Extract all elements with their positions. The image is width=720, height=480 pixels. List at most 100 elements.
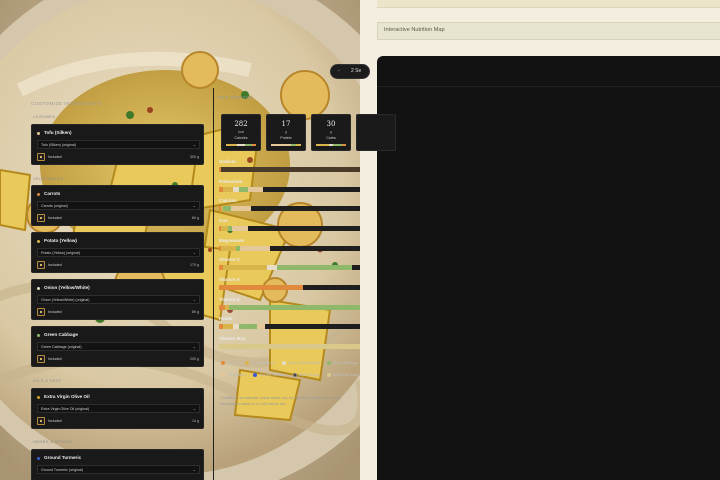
stat-unit: g <box>330 130 332 134</box>
ingredient-amount: 200 g <box>190 357 199 361</box>
ingredient-select[interactable]: Onion (Yellow/White) (original) ⌄ <box>37 295 200 304</box>
ingredient-select-value: Carrots (original) <box>41 204 68 208</box>
included-label: Included <box>48 310 62 314</box>
included-label: Included <box>48 357 62 361</box>
ingredient-amount: 300 g <box>190 155 199 159</box>
stat-card: 17 g Protein <box>266 114 306 151</box>
stat-value: 30 <box>326 120 336 128</box>
ingredient-select[interactable]: Carrots (original) ⌄ <box>37 201 200 210</box>
nutrient-bar <box>219 206 360 211</box>
nutrient-label: Vitamin A <box>219 277 240 282</box>
ingredient-name: Onion (Yellow/White) <box>44 285 90 290</box>
nutrient-label: Iron <box>219 218 228 223</box>
stat-label: Protein <box>280 136 292 140</box>
legend-label: Potato (Yellow) <box>251 361 275 365</box>
nutrient-bar <box>219 167 360 172</box>
ingredient-select[interactable]: Ground Turmeric (original) ⌄ <box>37 465 200 474</box>
stat-unit: g <box>285 130 287 134</box>
included-checkbox[interactable] <box>37 308 45 316</box>
stat-card: 282 kcal Calories <box>221 114 261 151</box>
included-checkbox[interactable] <box>37 355 45 363</box>
nutrient-label: Vitamin K <box>219 297 241 302</box>
ingredient-card: Onion (Yellow/White) Onion (Yellow/White… <box>31 279 204 320</box>
ingredient-color-dot <box>37 396 40 399</box>
legend-row: Tofu (Silken) Ground Turmeric Black Pepp… <box>221 373 364 378</box>
ingredient-select[interactable]: Tofu (Silken) (original) ⌄ <box>37 140 200 149</box>
ingredient-name: Tofu (Silken) <box>44 130 72 135</box>
decrease-servings-button[interactable]: - <box>338 68 340 74</box>
ingredient-name: Potato (Yellow) <box>44 238 77 243</box>
chevron-down-icon: ⌄ <box>192 203 196 208</box>
ingredient-name: Green Cabbage <box>44 332 78 337</box>
column-divider <box>213 88 214 480</box>
stat-value: 282 <box>234 120 248 128</box>
ingredient-name: Carrots <box>44 191 61 196</box>
ingredient-card: Ground Turmeric Ground Turmeric (origina… <box>31 449 204 480</box>
category-legumes: LEGUMES <box>33 114 56 119</box>
panel-divider <box>377 86 720 87</box>
category-herbs: HERBS & SPICES <box>33 439 72 444</box>
nutrient-label: Folate <box>219 316 233 321</box>
nutrient-bar <box>219 226 360 231</box>
ingredient-card: Tofu (Silken) Tofu (Silken) (original) ⌄ … <box>31 124 204 165</box>
ingredient-name: Extra Virgin Olive Oil <box>44 394 90 399</box>
legend-item: Green Cabbage <box>327 361 358 366</box>
legend-swatch <box>281 361 286 366</box>
legend-item: Ground Turmeric <box>253 373 286 378</box>
stat-unit: kcal <box>237 130 245 134</box>
ingredient-color-dot <box>37 457 40 460</box>
nutrient-label: Vitamin C <box>219 257 241 262</box>
legend-row: Carrots Potato (Yellow) Onion (Yellow/Wh… <box>221 361 364 366</box>
legend-swatch <box>292 373 297 378</box>
chevron-down-icon: ⌄ <box>192 142 196 147</box>
ingredient-color-dot <box>37 132 40 135</box>
nutrition-panel <box>377 56 720 480</box>
nutrient-bar <box>219 265 360 270</box>
per-serving-title: PER SERVING <box>218 95 254 100</box>
section-header: Interactive Nutrition Map <box>377 22 720 40</box>
nutrient-label: Magnesium <box>219 238 245 243</box>
included-checkbox[interactable] <box>37 214 45 222</box>
servings-control[interactable]: - 2 Se <box>330 64 370 79</box>
legend-item: Carrots <box>221 361 238 366</box>
nutrient-label: Potassium <box>219 179 243 184</box>
ingredient-amount: 14 g <box>192 419 199 423</box>
legend-label: Black Pepper <box>298 373 320 377</box>
ingredient-select-value: Extra Virgin Olive Oil (original) <box>41 407 90 411</box>
ingredient-card: Potato (Yellow) Potato (Yellow) (origina… <box>31 232 204 273</box>
ingredient-card: Green Cabbage Green Cabbage (original) ⌄ … <box>31 326 204 367</box>
included-label: Included <box>48 216 62 220</box>
legend-item: Potato (Yellow) <box>245 361 275 366</box>
ingredient-name: Ground Turmeric <box>44 455 82 460</box>
nutrient-label: Calcium <box>219 198 237 203</box>
stat-breakdown-bar <box>226 144 256 146</box>
nutrient-label: Sodium <box>219 159 236 164</box>
legend-swatch <box>253 373 258 378</box>
ingredient-card: Extra Virgin Olive Oil Extra Virgin Oliv… <box>31 388 204 429</box>
servings-value: 2 Se <box>351 68 362 74</box>
included-checkbox[interactable] <box>37 261 45 269</box>
included-checkbox[interactable] <box>37 417 45 425</box>
stat-card: 30 g Carbs <box>311 114 351 151</box>
section-title: Interactive Nutrition Map <box>384 27 445 33</box>
ingredient-amount: 80 g <box>192 310 199 314</box>
legend-swatch <box>221 361 225 366</box>
ingredient-color-dot <box>37 334 40 337</box>
chevron-down-icon: ⌄ <box>192 406 196 411</box>
included-checkbox[interactable] <box>37 153 45 161</box>
nutrient-bar <box>219 305 360 310</box>
ingredient-select[interactable]: Green Cabbage (original) ⌄ <box>37 342 200 351</box>
top-band <box>377 0 720 8</box>
legend-swatch <box>326 373 331 378</box>
nutrient-bar <box>219 324 360 329</box>
category-vegetables: VEGETABLES <box>33 176 64 181</box>
stat-breakdown-bar <box>271 144 301 146</box>
ingredient-color-dot <box>37 287 40 290</box>
customize-title: CUSTOMIZE INGREDIENTS <box>31 101 102 106</box>
ingredient-select[interactable]: Potato (Yellow) (original) ⌄ <box>37 248 200 257</box>
ingredient-select-value: Tofu (Silken) (original) <box>41 143 76 147</box>
legend-swatch <box>245 361 250 366</box>
ingredient-select[interactable]: Extra Virgin Olive Oil (original) ⌄ <box>37 404 200 413</box>
legend-swatch <box>221 373 225 378</box>
ingredient-select-value: Green Cabbage (original) <box>41 345 82 349</box>
